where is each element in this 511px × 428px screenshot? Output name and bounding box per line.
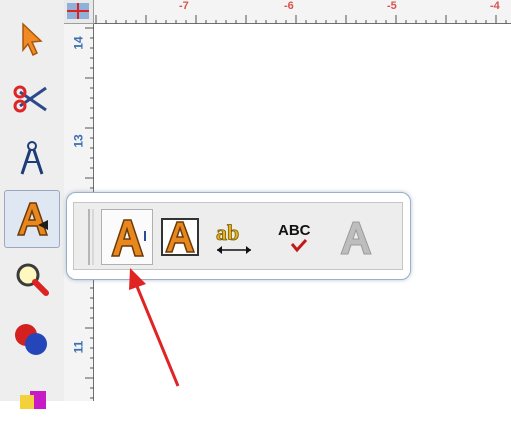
ruler-label: 14 [71, 36, 86, 50]
ruler-label: -6 [284, 0, 294, 12]
ruler-label: -4 [490, 0, 500, 12]
abc-label: ABC [278, 222, 311, 239]
toolbox [0, 0, 65, 409]
crosshair-icon [67, 3, 89, 19]
scissors-icon [13, 85, 47, 113]
flyout-grip[interactable] [88, 209, 90, 265]
annotation-arrow-icon [129, 268, 180, 387]
ruler-label: 11 [71, 340, 86, 354]
text-disabled-button[interactable] [330, 209, 382, 265]
cut-tool[interactable] [4, 70, 60, 128]
spell-check-button[interactable]: ABC [272, 209, 324, 265]
compass-pen-icon [20, 141, 44, 175]
ruler-label: -5 [387, 0, 397, 12]
pen-tool[interactable] [4, 130, 60, 188]
shape-icon [20, 391, 46, 409]
text-a-icon [110, 219, 145, 257]
ab-label: ab [216, 220, 239, 245]
arrow-pointer-icon [22, 22, 43, 57]
extra-tool[interactable] [4, 370, 60, 428]
text-fit-button[interactable]: ab [208, 209, 260, 265]
abc-check-icon: ABC [278, 222, 311, 253]
flyout-toolbar: ab ABC [73, 202, 403, 270]
fill-tool[interactable] [4, 310, 60, 368]
ab-fit-icon: ab [216, 220, 251, 254]
text-a-icon [16, 202, 49, 236]
text-tool-flyout: ab ABC [66, 192, 411, 280]
text-tool[interactable] [4, 190, 60, 248]
ruler-label: 13 [71, 134, 86, 148]
horizontal-ruler[interactable]: -7 -6 -5 -4 [94, 0, 511, 24]
ruler-origin-button[interactable] [64, 0, 94, 24]
grey-text-a-icon [340, 221, 372, 255]
text-cursor-marker [144, 231, 146, 241]
text-frame-button[interactable] [154, 209, 206, 265]
framed-text-a-icon [161, 218, 199, 256]
magnifier-icon [16, 263, 49, 296]
pick-tool[interactable] [4, 10, 60, 68]
color-balls-icon [15, 324, 47, 355]
ruler-label: -7 [179, 0, 189, 12]
flyout-grip[interactable] [92, 209, 94, 265]
zoom-tool[interactable] [4, 250, 60, 308]
